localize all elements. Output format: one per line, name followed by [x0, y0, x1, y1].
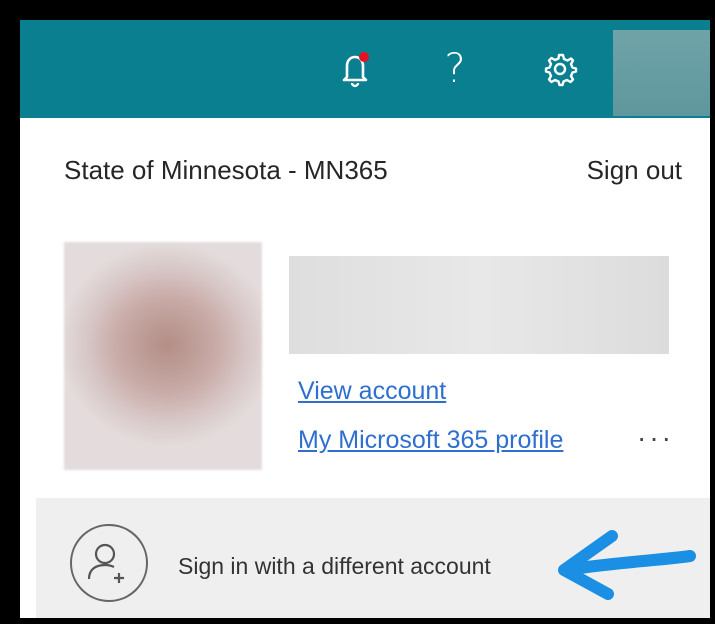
- view-account-link[interactable]: View account: [298, 377, 446, 406]
- sign-out-link[interactable]: Sign out: [587, 155, 682, 186]
- microsoft-365-profile-link[interactable]: My Microsoft 365 profile: [298, 426, 563, 455]
- settings-button[interactable]: [525, 20, 595, 118]
- top-bar: ?: [20, 20, 710, 118]
- annotation-arrow-icon: [558, 530, 696, 600]
- account-manager-panel: ? State of Minnesota - MN365 Sign out Vi…: [20, 20, 710, 618]
- user-avatar[interactable]: [613, 30, 710, 116]
- help-icon: ?: [444, 46, 466, 92]
- bell-notification-icon: [342, 52, 369, 88]
- more-options-icon[interactable]: ···: [637, 422, 674, 454]
- profile-photo: [64, 242, 262, 470]
- screenshot-frame: ? State of Minnesota - MN365 Sign out Vi…: [0, 0, 715, 624]
- notifications-button[interactable]: [320, 20, 390, 118]
- redacted-user-name: [289, 256, 669, 354]
- sign-in-different-account-label[interactable]: Sign in with a different account: [178, 553, 491, 580]
- help-button[interactable]: ?: [420, 20, 490, 118]
- person-add-icon[interactable]: [69, 523, 149, 603]
- organization-name: State of Minnesota - MN365: [64, 155, 388, 185]
- notification-dot-icon: [359, 52, 369, 62]
- gear-icon: [544, 53, 578, 87]
